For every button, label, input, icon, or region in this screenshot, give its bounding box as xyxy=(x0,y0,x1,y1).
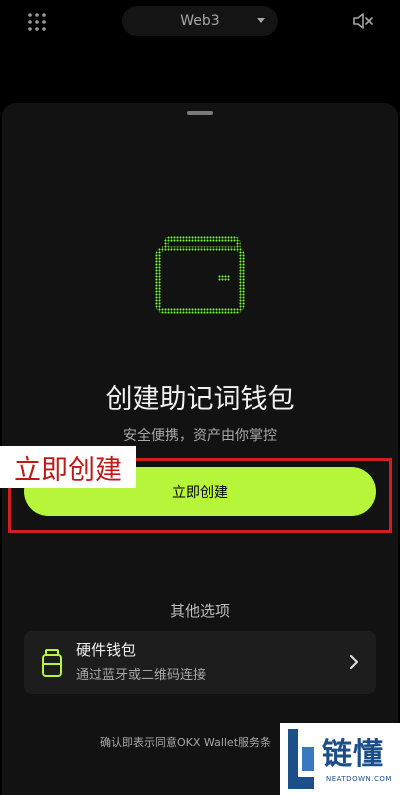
watermark-mark-icon xyxy=(284,727,318,791)
sheet-drag-handle[interactable] xyxy=(187,111,213,115)
sheet-subtitle: 安全便携，资产由你掌控 xyxy=(123,428,277,444)
annotation-label: 立即创建 xyxy=(0,446,136,488)
hardware-wallet-title: 硬件钱包 xyxy=(76,641,137,659)
watermark-subtitle: NEATDOWN.COM xyxy=(326,775,392,783)
watermark-title: 链懂 xyxy=(322,737,384,772)
caret-down-icon xyxy=(257,18,265,24)
mute-icon[interactable] xyxy=(352,11,374,31)
hardware-wallet-option[interactable]: 硬件钱包 通过蓝牙或二维码连接 xyxy=(24,631,376,694)
other-options-heading: 其他选项 xyxy=(169,602,230,620)
sheet-title: 创建助记词钱包 xyxy=(105,384,295,415)
network-label: Web3 xyxy=(180,13,220,29)
chevron-right-icon xyxy=(350,655,358,669)
watermark-logo: 链懂 NEATDOWN.COM xyxy=(280,723,400,795)
top-bar: Web3 xyxy=(0,0,400,44)
annotation-text: 立即创建 xyxy=(14,454,122,486)
hardware-wallet-subtitle: 通过蓝牙或二维码连接 xyxy=(76,668,207,683)
create-now-button-label: 立即创建 xyxy=(172,483,228,500)
grid-icon[interactable] xyxy=(27,12,47,32)
wallet-icon xyxy=(152,233,248,317)
terms-text[interactable]: 确认即表示同意OKX Wallet服务条 xyxy=(100,734,271,750)
hardware-wallet-icon xyxy=(42,649,62,677)
network-selector[interactable]: Web3 xyxy=(122,6,278,36)
